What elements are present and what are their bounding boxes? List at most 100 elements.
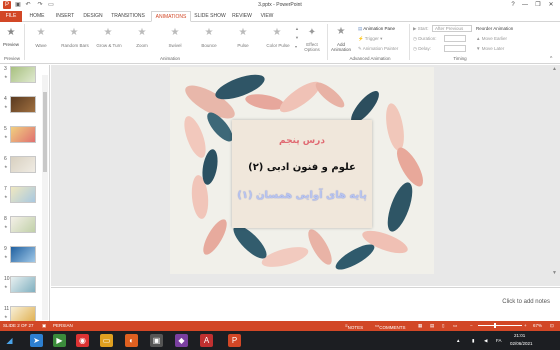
slide-scroll-up-icon[interactable]: ▲ (552, 66, 557, 72)
gallery-up-icon[interactable]: ▲ (295, 26, 299, 31)
bounce-effect-icon[interactable]: ★ (202, 27, 216, 39)
clock-time[interactable]: 21:01 (514, 333, 525, 338)
slide-lesson-title[interactable]: درس پنجم (232, 136, 372, 146)
effect-options-button[interactable]: Effect Options (300, 42, 324, 52)
thumbnail-scrollbar-thumb[interactable] (43, 92, 47, 172)
zoom-in-icon[interactable]: + (524, 323, 527, 328)
notes-pane[interactable]: Click to add notes (51, 287, 560, 320)
move-earlier-button[interactable]: ▲ Move Earlier (476, 36, 507, 41)
slide-thumbnail[interactable] (10, 216, 36, 233)
notes-placeholder[interactable]: Click to add notes (502, 299, 550, 305)
effect-wave[interactable]: Wave (26, 43, 56, 48)
zoom-out-icon[interactable]: − (470, 323, 473, 328)
normal-view-icon[interactable]: ▦ (418, 323, 422, 329)
language-indicator[interactable]: PERSIAN (53, 323, 73, 328)
tab-home[interactable]: HOME (26, 11, 48, 22)
zoom-effect-icon[interactable]: ★ (135, 27, 149, 39)
effect-bounce[interactable]: Bounce (194, 43, 224, 48)
slideshow-view-icon[interactable]: ▭ (453, 323, 457, 329)
restore-button[interactable]: ❐ (533, 0, 543, 10)
file-explorer-icon[interactable]: ▭ (100, 334, 113, 347)
powerpoint-taskbar-icon[interactable]: P (228, 334, 241, 347)
effect-options-icon[interactable]: ✦ (305, 27, 319, 39)
tab-view[interactable]: VIEW (258, 11, 276, 22)
slide-thumbnail[interactable] (10, 156, 36, 173)
acrobat-icon[interactable]: A (200, 334, 213, 347)
slide-thumbnail[interactable] (10, 126, 36, 143)
delay-input[interactable] (444, 45, 466, 52)
slide-subject-title[interactable]: علوم و فنون ادبی (۲) (232, 162, 372, 173)
slide-thumbnail[interactable] (10, 246, 36, 263)
start-button-icon[interactable]: ◢ (3, 334, 16, 347)
duration-input[interactable] (444, 35, 466, 42)
close-button[interactable]: ✕ (546, 0, 556, 10)
effect-pulse[interactable]: Pulse (228, 43, 258, 48)
slide-sorter-icon[interactable]: ▤ (430, 323, 434, 329)
preview-icon[interactable]: ★ (4, 27, 18, 39)
pulse-effect-icon[interactable]: ★ (236, 27, 250, 39)
trigger-button[interactable]: ⚡ Trigger ▾ (358, 36, 382, 42)
notes-button[interactable]: ≡ NOTES (345, 323, 363, 330)
add-animation-icon[interactable]: ★ (334, 26, 348, 38)
move-later-button[interactable]: ▼ Move Later (476, 46, 504, 51)
zoom-level[interactable]: 67% (533, 323, 542, 328)
group-label-animation: Animation (159, 56, 180, 61)
reading-view-icon[interactable]: ▯ (442, 323, 444, 329)
effect-zoom[interactable]: Zoom (127, 43, 157, 48)
tab-transitions[interactable]: TRANSITIONS (109, 11, 147, 22)
slide-thumbnail[interactable] (10, 96, 36, 113)
effect-grow-turn[interactable]: Grow & Turn (92, 43, 126, 48)
comments-button[interactable]: ▭ COMMENTS (375, 323, 406, 330)
volume-icon[interactable]: ◀ (484, 338, 487, 344)
thumbnail-animation-star-icon: ★ (4, 254, 8, 259)
minimize-button[interactable]: — (520, 0, 530, 10)
slide-topic-title[interactable]: پایه های آوایی همسان (۱) (232, 190, 372, 201)
firefox-icon[interactable]: ◐ (125, 334, 138, 347)
effect-swivel[interactable]: Swivel (160, 43, 190, 48)
media-app-icon[interactable]: ◆ (175, 334, 188, 347)
network-icon[interactable]: ▮ (472, 338, 474, 344)
tab-slide-show[interactable]: SLIDE SHOW (194, 11, 226, 22)
tab-insert[interactable]: INSERT (53, 11, 77, 22)
slide-scroll-down-icon[interactable]: ▼ (552, 270, 557, 276)
chrome-icon[interactable]: ◉ (76, 334, 89, 347)
input-language[interactable]: FA (496, 338, 502, 343)
status-bar: SLIDE 2 OF 27 ▣ PERSIAN ≡ NOTES ▭ COMMEN… (0, 321, 560, 331)
slide-thumbnail[interactable] (10, 66, 36, 83)
gallery-more-icon[interactable]: ▾ (295, 44, 297, 49)
animation-painter-button[interactable]: ✎ Animation Painter (358, 46, 398, 52)
color-pulse-effect-icon[interactable]: ★ (270, 27, 284, 39)
clock-date[interactable]: 02/06/2021 (510, 341, 533, 346)
slide-thumbnail[interactable] (10, 186, 36, 203)
slide-title-card[interactable]: درس پنجم علوم و فنون ادبی (۲) پایه های آ… (232, 120, 372, 228)
add-animation-button[interactable]: Add Animation (328, 42, 354, 52)
tab-review[interactable]: REVIEW (230, 11, 254, 22)
tray-arrow-icon[interactable]: ▲ (456, 338, 460, 343)
tab-file[interactable]: FILE (0, 11, 22, 22)
effect-random-bars[interactable]: Random Bars (58, 43, 92, 48)
tab-animations[interactable]: ANIMATIONS (151, 11, 191, 22)
current-slide[interactable]: درس پنجم علوم و فنون ادبی (۲) پایه های آ… (170, 67, 434, 274)
slide-thumbnail[interactable] (10, 276, 36, 293)
telegram-icon[interactable]: ➤ (30, 334, 43, 347)
preview-button[interactable]: Preview (2, 42, 20, 47)
grow-turn-effect-icon[interactable]: ★ (101, 27, 115, 39)
tab-design[interactable]: DESIGN (81, 11, 105, 22)
effect-color-pulse[interactable]: Color Pulse (262, 43, 294, 48)
wave-effect-icon[interactable]: ★ (34, 27, 48, 39)
comments-button-label: COMMENTS (379, 325, 406, 330)
collapse-ribbon-icon[interactable]: ^ (550, 56, 552, 62)
gallery-down-icon[interactable]: ▼ (295, 35, 299, 40)
help-button[interactable]: ? (508, 0, 518, 10)
zoom-slider-thumb[interactable] (494, 323, 496, 328)
random-bars-effect-icon[interactable]: ★ (67, 27, 81, 39)
fit-slide-icon[interactable]: ⊡ (550, 323, 554, 329)
thumbnail-animation-star-icon: ★ (4, 314, 8, 319)
spellcheck-icon[interactable]: ▣ (42, 323, 46, 329)
swivel-effect-icon[interactable]: ★ (168, 27, 182, 39)
start-select[interactable]: After Previous (432, 25, 472, 32)
animation-pane-button[interactable]: ▤ Animation Pane (358, 26, 395, 32)
media-player-icon[interactable]: ▶ (53, 334, 66, 347)
zoom-slider[interactable] (478, 325, 522, 326)
desktop-app-icon[interactable]: ▣ (150, 334, 163, 347)
